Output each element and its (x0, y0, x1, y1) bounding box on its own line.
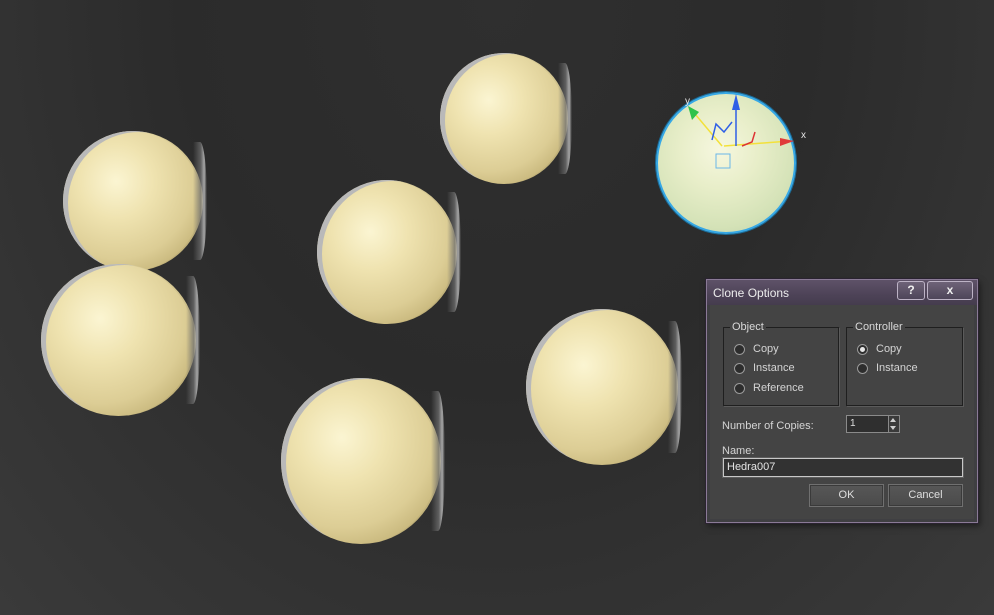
sphere-object[interactable] (526, 309, 682, 465)
controller-instance-option[interactable]: Instance (857, 361, 918, 375)
object-copy-label: Copy (753, 343, 779, 355)
object-instance-option[interactable]: Instance (734, 361, 795, 375)
close-button[interactable]: x (927, 281, 973, 300)
controller-group: Controller Copy Instance (846, 321, 963, 406)
sphere-object[interactable] (281, 378, 445, 544)
controller-instance-label: Instance (876, 362, 918, 374)
controller-copy-label: Copy (876, 343, 902, 355)
object-group-label: Object (730, 321, 766, 333)
controller-instance-radio[interactable] (857, 362, 868, 374)
spinner-down-icon[interactable] (890, 426, 896, 430)
controller-copy-option[interactable]: Copy (857, 342, 902, 356)
controller-group-label: Controller (853, 321, 905, 333)
gizmo-x-label: x (801, 130, 806, 141)
name-label: Name: (722, 445, 755, 457)
gizmo-center-handle[interactable] (715, 153, 731, 169)
dialog-title: Clone Options (713, 286, 790, 300)
clone-options-dialog: Clone Options ? x Object Copy Instance R… (706, 279, 978, 523)
number-of-copies-input[interactable]: 1 (846, 415, 892, 433)
name-input[interactable]: Hedra007 (723, 458, 963, 477)
cancel-button[interactable]: Cancel (888, 484, 963, 507)
object-instance-label: Instance (753, 362, 795, 374)
sphere-object[interactable] (317, 180, 461, 324)
object-reference-label: Reference (753, 382, 804, 394)
object-copy-radio[interactable] (734, 343, 745, 355)
copies-spinner[interactable] (888, 415, 900, 433)
help-icon: ? (907, 283, 915, 297)
gizmo-x-arrow[interactable] (780, 138, 794, 146)
sphere-object[interactable] (63, 131, 207, 271)
spinner-up-icon[interactable] (890, 418, 896, 422)
object-reference-option[interactable]: Reference (734, 381, 804, 395)
move-transform-gizmo[interactable]: x y (660, 88, 820, 188)
ok-button[interactable]: OK (809, 484, 884, 507)
object-reference-radio[interactable] (734, 382, 745, 394)
help-button[interactable]: ? (897, 281, 925, 300)
sphere-object[interactable] (41, 264, 200, 416)
gizmo-z-arrow[interactable] (732, 94, 740, 110)
controller-copy-radio[interactable] (857, 343, 868, 355)
object-group: Object Copy Instance Reference (723, 321, 839, 406)
close-icon: x (946, 283, 954, 297)
dialog-title-bar[interactable]: Clone Options ? x (707, 280, 977, 305)
dialog-body: Object Copy Instance Reference Controlle… (710, 305, 974, 519)
gizmo-y-label: y (685, 96, 690, 107)
gizmo-y-axis[interactable] (694, 113, 723, 147)
number-of-copies-label: Number of Copies: (722, 420, 814, 432)
object-instance-radio[interactable] (734, 362, 745, 374)
object-copy-option[interactable]: Copy (734, 342, 779, 356)
sphere-object[interactable] (440, 53, 572, 184)
